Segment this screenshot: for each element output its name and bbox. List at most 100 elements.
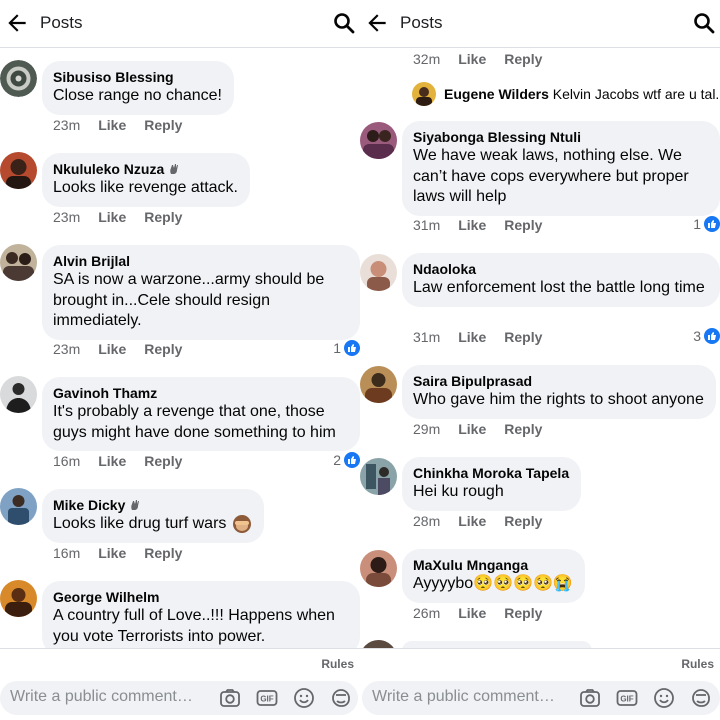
comment-author[interactable]: Saira Bipulprasad (413, 372, 704, 390)
comment-author[interactable]: George Wilhelm (53, 588, 348, 606)
comment-bubble[interactable]: Sibusiso Blessing Close range no chance! (42, 61, 234, 115)
reaction-number: 1 (333, 340, 341, 356)
like-button[interactable]: Like (458, 51, 486, 67)
comment-bubble[interactable]: Chinkha Moroka Tapela Hei ku rough (402, 457, 582, 511)
comment-author[interactable]: Sibusiso Blessing (53, 68, 222, 86)
avatar[interactable] (360, 640, 397, 648)
back-arrow-icon[interactable] (364, 10, 390, 36)
comment-text: Who gave him the rights to shoot anyone (413, 391, 704, 408)
comment-bubble[interactable]: Nkululeko Nzuza Looks like revenge attac… (42, 153, 250, 207)
reply-preview-text: Eugene Wilders Kelvin Jacobs wtf are u t… (444, 86, 720, 102)
like-button[interactable]: Like (98, 453, 126, 469)
comment-meta: 16m Like Reply (53, 453, 182, 469)
avatar[interactable] (0, 244, 37, 281)
rules-link[interactable]: Rules (321, 657, 354, 671)
reaction-count[interactable]: 1 (693, 216, 720, 232)
reaction-count[interactable]: 2 (333, 452, 360, 468)
like-button[interactable]: Like (458, 513, 486, 529)
comment-text: A country full of Love..!!! Happens when… (53, 607, 335, 645)
reply-button[interactable]: Reply (504, 513, 542, 529)
camera-icon[interactable] (578, 686, 602, 710)
reply-button[interactable]: Reply (144, 117, 182, 133)
reply-button[interactable]: Reply (504, 217, 542, 233)
sticker-icon[interactable] (689, 686, 713, 710)
svg-text:GIF: GIF (260, 695, 273, 704)
comment-input[interactable]: Write a public comment… GIF (362, 681, 720, 715)
svg-text:GIF: GIF (620, 695, 633, 704)
comment-text: Looks like drug turf wars (53, 515, 227, 532)
emoji-icon[interactable] (652, 686, 676, 710)
like-button[interactable]: Like (98, 209, 126, 225)
gif-icon[interactable]: GIF (615, 686, 639, 710)
reply-button[interactable]: Reply (144, 453, 182, 469)
page-title: Posts (40, 13, 83, 32)
back-arrow-icon[interactable] (4, 10, 30, 36)
reply-preview[interactable]: Eugene Wilders Kelvin Jacobs wtf are u t… (412, 82, 720, 108)
search-icon[interactable] (332, 11, 356, 35)
reply-button[interactable]: Reply (144, 545, 182, 561)
sticker-icon[interactable] (329, 686, 353, 710)
like-button[interactable]: Like (98, 545, 126, 561)
reply-button[interactable]: Reply (504, 51, 542, 67)
avatar[interactable] (0, 60, 37, 97)
comment-meta: 16m Like Reply (53, 545, 182, 561)
comment-author-row: Nkululeko Nzuza (53, 160, 238, 178)
avatar[interactable] (0, 488, 37, 525)
avatar[interactable] (360, 458, 397, 495)
like-button[interactable]: Like (458, 217, 486, 233)
avatar[interactable] (360, 366, 397, 403)
comment-bubble[interactable]: Ndaoloka Law enforcement lost the battle… (402, 253, 720, 307)
reply-button[interactable]: Reply (504, 605, 542, 621)
comment-author[interactable]: Alvin Brijlal (53, 252, 348, 270)
comment-bubble[interactable]: MaXulu Mnganga Ayyyybo🥺🥺🥺🥺😭 (402, 549, 585, 603)
reaction-count[interactable]: 3 (693, 328, 720, 344)
avatar[interactable] (0, 152, 37, 189)
comment-meta: 32m Like Reply (413, 51, 542, 67)
camera-icon[interactable] (218, 686, 242, 710)
avatar[interactable] (0, 580, 37, 617)
comment-author[interactable]: Chinkha Moroka Tapela (413, 464, 569, 482)
comment-input[interactable]: Write a public comment… GIF (0, 681, 358, 715)
comments-list[interactable]: Sibusiso Blessing Close range no chance!… (0, 48, 360, 648)
like-button[interactable]: Like (458, 421, 486, 437)
wave-badge-icon (170, 164, 179, 174)
reaction-count[interactable]: 1 (333, 340, 360, 356)
reply-author[interactable]: Eugene Wilders (444, 86, 549, 102)
rules-link[interactable]: Rules (681, 657, 714, 671)
avatar[interactable] (360, 550, 397, 587)
comment-author[interactable]: Siyabonga Blessing Ntuli (413, 128, 708, 146)
avatar[interactable] (412, 82, 436, 106)
emoji-icon[interactable] (292, 686, 316, 710)
comment-text: Close range no chance! (53, 87, 222, 104)
comment-bubble[interactable]: Alvin Brijlal SA is now a warzone...army… (42, 245, 360, 340)
comment-bubble[interactable]: Siyabonga Blessing Ntuli We have weak la… (402, 121, 720, 216)
comment-bubble[interactable]: George Wilhelm A country full of Love..!… (42, 581, 360, 648)
comment-text: Hei ku rough (413, 483, 504, 500)
comment-author[interactable]: MaXulu Mnganga (413, 556, 573, 574)
comment-bubble[interactable]: Saira Bipulprasad Who gave him the right… (402, 365, 716, 419)
comment-author[interactable]: Ndaoloka (413, 260, 708, 278)
reply-button[interactable]: Reply (504, 329, 542, 345)
reply-button[interactable]: Reply (144, 209, 182, 225)
reply-button[interactable]: Reply (144, 341, 182, 357)
avatar[interactable] (360, 122, 397, 159)
avatar[interactable] (0, 376, 37, 413)
comment-text: Ayyyybo🥺🥺🥺🥺😭 (413, 575, 573, 592)
like-button[interactable]: Like (458, 329, 486, 345)
comments-list[interactable]: 32m Like Reply Eugene Wilders Kelvin Jac… (360, 48, 720, 648)
comment-author[interactable]: Gavinoh Thamz (53, 384, 348, 402)
comment-bubble[interactable]: Mike Dicky Looks like drug turf wars (42, 489, 265, 543)
comment-bubble[interactable] (402, 641, 592, 648)
comment-author[interactable]: Nkululeko Nzuza (53, 160, 164, 178)
comment-bubble[interactable]: Gavinoh Thamz It's probably a revenge th… (42, 377, 360, 451)
comment-author[interactable]: Mike Dicky (53, 496, 125, 514)
comment-time: 23m (53, 209, 81, 225)
search-icon[interactable] (692, 11, 716, 35)
like-button[interactable]: Like (458, 605, 486, 621)
like-button[interactable]: Like (98, 117, 126, 133)
page-title: Posts (400, 13, 443, 32)
reply-button[interactable]: Reply (504, 421, 542, 437)
avatar[interactable] (360, 254, 397, 291)
gif-icon[interactable]: GIF (255, 686, 279, 710)
like-button[interactable]: Like (98, 341, 126, 357)
